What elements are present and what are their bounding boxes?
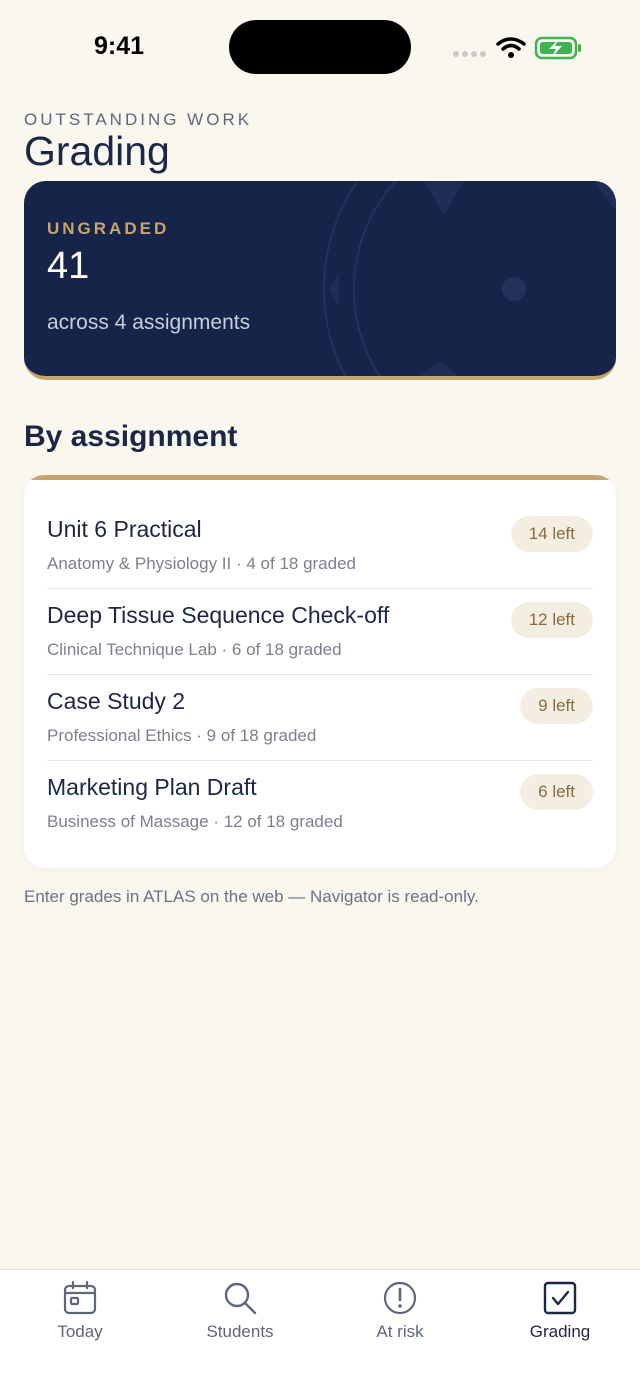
assignment-meta: Business of Massage · 12 of 18 graded xyxy=(47,812,343,831)
assignment-title: Unit 6 Practical xyxy=(47,516,202,542)
assignment-meta: Clinical Technique Lab · 6 of 18 graded xyxy=(47,640,342,659)
section-title: By assignment xyxy=(24,420,238,453)
wifi-icon xyxy=(496,37,526,51)
assignment-row[interactable]: Unit 6 Practical Anatomy & Physiology II… xyxy=(47,503,593,589)
list-accent-bar xyxy=(24,475,616,480)
assignment-list: Unit 6 Practical Anatomy & Physiology II… xyxy=(24,475,616,868)
tab-at-risk[interactable]: At risk xyxy=(340,1280,460,1360)
checkbox-icon xyxy=(543,1281,577,1315)
assignment-row[interactable]: Marketing Plan Draft Business of Massage… xyxy=(47,761,593,847)
remaining-badge: 9 left xyxy=(520,688,593,724)
calendar-icon xyxy=(63,1280,97,1315)
battery-icon xyxy=(534,36,581,60)
wifi-dot xyxy=(508,52,514,58)
ungraded-summary-card: UNGRADED 41 across 4 assignments xyxy=(24,181,616,380)
assignment-meta: Anatomy & Physiology II · 4 of 18 graded xyxy=(47,554,357,573)
status-time: 9:41 xyxy=(94,32,145,60)
tab-today[interactable]: Today xyxy=(20,1280,140,1360)
tab-label: Students xyxy=(206,1322,274,1341)
grading-screen: 9:41 OUTSTANDING WORK Grading UNGRADED 4… xyxy=(0,0,640,1390)
read-only-footnote: Enter grades in ATLAS on the web — Navig… xyxy=(24,887,479,906)
tab-grading[interactable]: Grading xyxy=(500,1280,620,1360)
summary-subtitle: across 4 assignments xyxy=(47,311,251,334)
compass-decoration xyxy=(323,181,616,376)
remaining-badge: 14 left xyxy=(510,516,593,552)
status-icons xyxy=(453,36,581,60)
search-icon xyxy=(224,1282,257,1315)
assignment-row[interactable]: Deep Tissue Sequence Check-off Clinical … xyxy=(47,589,593,675)
tab-label: Today xyxy=(57,1322,103,1341)
assignment-row[interactable]: Case Study 2 Professional Ethics · 9 of … xyxy=(47,675,593,761)
tab-label: Grading xyxy=(529,1322,591,1341)
ungraded-count: 41 xyxy=(47,245,90,287)
assignment-title: Marketing Plan Draft xyxy=(47,774,257,800)
alert-circle-icon xyxy=(383,1281,417,1315)
page-eyebrow: OUTSTANDING WORK xyxy=(24,110,253,129)
remaining-badge: 12 left xyxy=(510,602,593,638)
remaining-badge: 6 left xyxy=(520,774,593,810)
tab-students[interactable]: Students xyxy=(180,1280,300,1360)
dynamic-island xyxy=(229,20,411,74)
signal-icon xyxy=(453,51,486,57)
tab-label: At risk xyxy=(376,1322,424,1341)
tab-bar: Today Students At risk Grading xyxy=(0,1269,640,1390)
assignment-meta: Professional Ethics · 9 of 18 graded xyxy=(47,726,317,745)
summary-label: UNGRADED xyxy=(47,219,170,238)
assignment-title: Deep Tissue Sequence Check-off xyxy=(47,602,390,628)
assignment-title: Case Study 2 xyxy=(47,688,186,714)
page-title: Grading xyxy=(24,128,170,174)
status-bar: 9:41 xyxy=(0,0,640,96)
